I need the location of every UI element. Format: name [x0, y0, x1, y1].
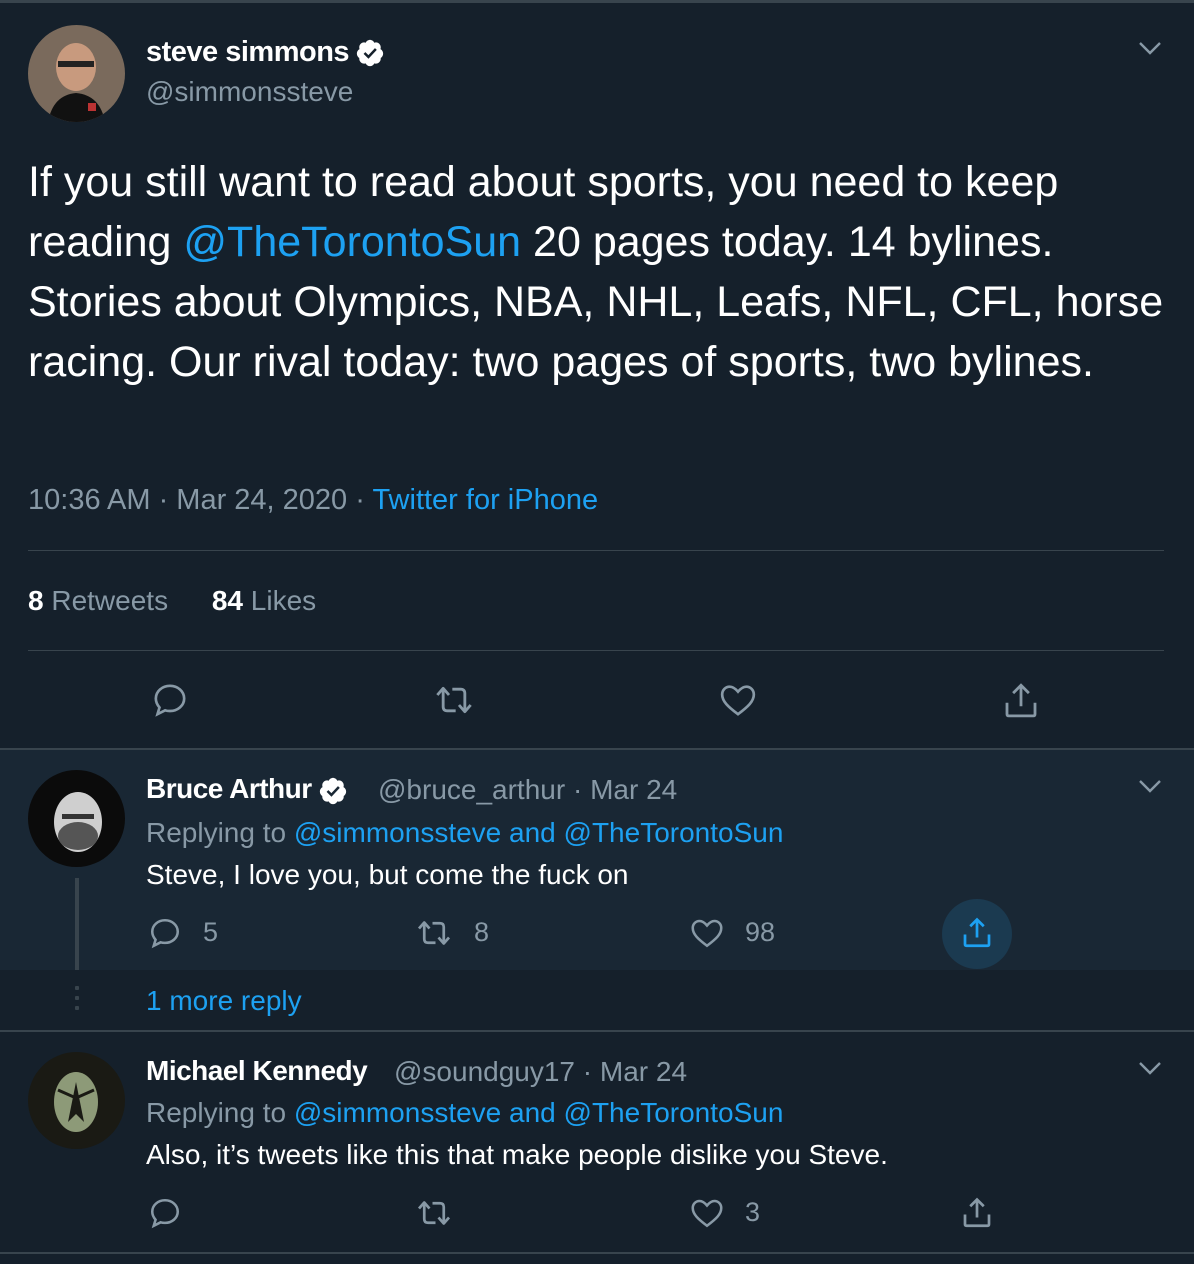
- author-avatar[interactable]: [28, 25, 125, 122]
- like-count: 98: [745, 917, 776, 947]
- thread-dots: [75, 986, 79, 1016]
- author-name[interactable]: steve simmons: [146, 36, 385, 69]
- verified-badge-icon: [356, 40, 384, 67]
- share-icon[interactable]: [959, 1195, 995, 1231]
- author-name-text[interactable]: steve simmons: [146, 36, 350, 68]
- replying-prefix: Replying to: [146, 817, 294, 848]
- share-icon[interactable]: [959, 915, 995, 951]
- tweet-timestamp[interactable]: 10:36 AM · Mar 24, 2020 ·: [28, 484, 372, 516]
- reply-icon[interactable]: [150, 680, 190, 720]
- likes-stat[interactable]: 84 Likes: [212, 585, 316, 616]
- reply-icon[interactable]: [147, 915, 183, 951]
- reply-count: 5: [203, 917, 219, 947]
- reply-avatar[interactable]: [28, 1052, 125, 1149]
- divider: [0, 1252, 1194, 1254]
- replying-to-link[interactable]: @simmonssteve: [294, 817, 501, 848]
- share-icon[interactable]: [1000, 680, 1042, 722]
- like-icon[interactable]: [717, 680, 759, 720]
- thread-line: [75, 878, 79, 970]
- retweets-stat[interactable]: 8 Retweets: [28, 585, 168, 616]
- retweets-label: Retweets: [43, 585, 169, 616]
- replying-to-link[interactable]: @TheTorontoSun: [564, 817, 784, 848]
- more-replies-link[interactable]: 1 more reply: [146, 985, 302, 1017]
- reply-handle-date[interactable]: @soundguy17 · Mar 24: [394, 1056, 687, 1088]
- replying-to: Replying to @simmonssteve and @TheToront…: [146, 817, 783, 849]
- reply-icon[interactable]: [147, 1195, 183, 1231]
- like-icon[interactable]: [688, 915, 726, 951]
- replying-to: Replying to @simmonssteve and @TheToront…: [146, 1097, 783, 1129]
- retweet-icon[interactable]: [414, 1195, 454, 1231]
- like-count: 3: [745, 1197, 761, 1227]
- tweet-stats: 8 Retweets 84 Likes: [28, 585, 316, 617]
- retweets-count: 8: [28, 585, 44, 616]
- tweet-text: If you still want to read about sports, …: [28, 152, 1168, 392]
- reply-author-name-text[interactable]: Bruce Arthur: [146, 773, 312, 804]
- tweet-source-link[interactable]: Twitter for iPhone: [372, 484, 598, 516]
- share-button-hover[interactable]: [942, 899, 1012, 969]
- likes-count: 84: [211, 585, 244, 616]
- reply-text: Also, it’s tweets like this that make pe…: [146, 1139, 888, 1170]
- divider: [28, 650, 1164, 651]
- chevron-down-icon[interactable]: [1135, 33, 1165, 63]
- replying-prefix: Replying to: [146, 1097, 294, 1128]
- likes-label: Likes: [243, 585, 317, 616]
- replying-to-link[interactable]: @TheTorontoSun: [564, 1097, 784, 1128]
- replying-to-link[interactable]: @simmonssteve: [294, 1097, 501, 1128]
- replying-and: and: [501, 817, 564, 848]
- retweet-count: 8: [474, 917, 490, 947]
- author-handle[interactable]: @simmonssteve: [146, 76, 353, 108]
- chevron-down-icon[interactable]: [1135, 771, 1165, 801]
- reply-handle-date[interactable]: @bruce_arthur · Mar 24: [378, 774, 677, 806]
- divider: [28, 550, 1164, 551]
- reply-avatar[interactable]: [28, 770, 125, 867]
- verified-badge-icon: [319, 777, 346, 804]
- retweet-icon[interactable]: [414, 915, 454, 951]
- tweet-meta: 10:36 AM · Mar 24, 2020 · Twitter for iP…: [28, 484, 598, 517]
- like-icon[interactable]: [688, 1195, 726, 1231]
- reply-text: Steve, I love you, but come the fuck on: [146, 859, 629, 890]
- retweet-icon[interactable]: [432, 680, 476, 720]
- top-border: [0, 0, 1194, 3]
- replying-and: and: [501, 1097, 564, 1128]
- chevron-down-icon[interactable]: [1135, 1053, 1165, 1083]
- reply-author-name[interactable]: Michael Kennedy: [146, 1055, 368, 1087]
- mention-link[interactable]: @TheTorontoSun: [183, 218, 521, 266]
- reply-author-name[interactable]: Bruce Arthur: [146, 773, 348, 806]
